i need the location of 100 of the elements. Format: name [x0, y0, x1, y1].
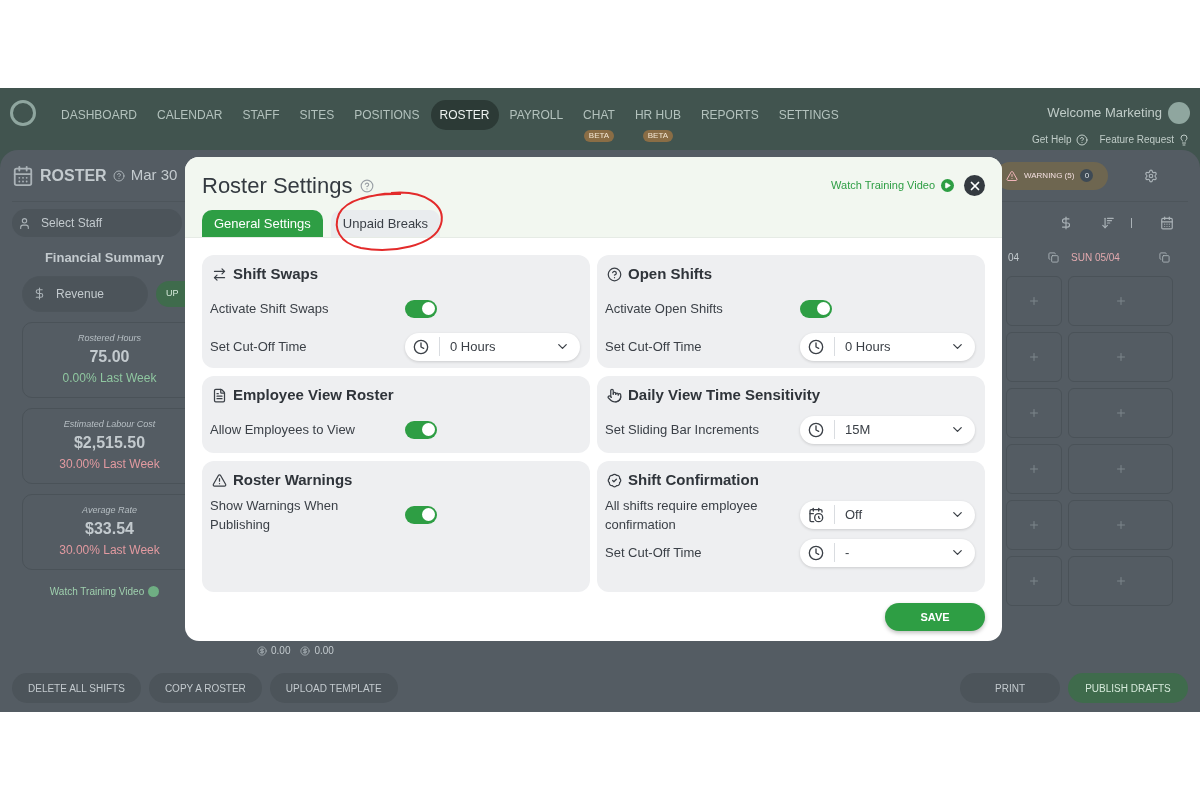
- shift-cell[interactable]: [1068, 500, 1173, 550]
- beta-badge: BETA: [583, 130, 615, 142]
- summary-title: Financial Summary: [44, 249, 165, 267]
- action-button[interactable]: UPLOAD TEMPLATE: [269, 673, 398, 703]
- action-button[interactable]: DELETE ALL SHIFTS: [12, 673, 141, 703]
- beta-badge: BETA: [642, 130, 674, 142]
- nav-item[interactable]: HR HUB: [625, 100, 690, 130]
- select-dropdown[interactable]: Off: [800, 500, 975, 529]
- nav-item[interactable]: REPORTS: [691, 100, 768, 130]
- setting-label: Set Sliding Bar Increments: [605, 421, 760, 439]
- nav-item[interactable]: SITES: [290, 100, 344, 130]
- pointer-hand-icon: [607, 387, 622, 403]
- page-title: ROSTER: [40, 165, 107, 186]
- plus-icon[interactable]: [1114, 463, 1127, 475]
- toggle-switch[interactable]: [405, 299, 437, 318]
- plus-icon[interactable]: [1028, 519, 1040, 531]
- plus-icon[interactable]: [1028, 351, 1040, 363]
- action-button[interactable]: PUBLISH DRAFTS: [1068, 673, 1188, 703]
- question-circle-icon: [607, 266, 622, 282]
- dialog-title: Roster Settings: [202, 172, 353, 200]
- save-button[interactable]: SAVE: [885, 603, 985, 631]
- section-title: Shift Confirmation: [628, 470, 759, 490]
- plus-icon[interactable]: [1028, 407, 1040, 419]
- help-icon[interactable]: [360, 178, 375, 193]
- shift-cell[interactable]: [1068, 556, 1173, 606]
- shift-cell[interactable]: [1006, 276, 1062, 326]
- action-button[interactable]: PRINT: [960, 673, 1060, 703]
- tab[interactable]: General Settings: [202, 210, 323, 237]
- plus-icon[interactable]: [1114, 295, 1127, 307]
- sort-icon[interactable]: [1101, 216, 1115, 230]
- calendar-icon: [808, 506, 824, 523]
- stat-value: $2,515.50: [73, 433, 146, 454]
- swap-arrows-icon: [212, 266, 227, 282]
- nav-item[interactable]: DASHBOARD: [52, 100, 146, 130]
- shift-cell[interactable]: [1068, 276, 1173, 326]
- stat-label: Average Rate: [82, 503, 137, 517]
- stat-change: 30.00% Last Week: [59, 456, 160, 474]
- total-amount: 0.00: [271, 644, 291, 658]
- avatar-icon[interactable]: [1168, 102, 1190, 124]
- training-video-link[interactable]: Watch Training Video: [49, 583, 145, 599]
- lightbulb-icon[interactable]: [1178, 133, 1190, 146]
- staff-select[interactable]: Select Staff: [12, 209, 182, 237]
- feature-request-link[interactable]: Feature Request: [1099, 132, 1174, 147]
- document-icon: [212, 387, 227, 403]
- plus-icon[interactable]: [1114, 575, 1127, 587]
- shift-cell[interactable]: [1068, 388, 1173, 438]
- date-range: Mar 30: [130, 165, 178, 186]
- toggle-switch[interactable]: [405, 420, 437, 439]
- toggle-switch[interactable]: [405, 505, 437, 524]
- dollar-icon[interactable]: [1059, 216, 1073, 230]
- setting-label: All shifts require employee confirmation: [605, 496, 759, 534]
- logo-icon[interactable]: [10, 100, 36, 126]
- shift-cell[interactable]: [1006, 556, 1062, 606]
- revenue-field[interactable]: Revenue: [22, 275, 148, 312]
- nav-item[interactable]: CALENDAR: [148, 100, 232, 130]
- plus-icon[interactable]: [1114, 351, 1127, 363]
- select-dropdown[interactable]: 0 Hours: [405, 332, 580, 361]
- help-icon[interactable]: [1075, 133, 1088, 146]
- setting-label: Set Cut-Off Time: [605, 338, 703, 356]
- calendar-icon[interactable]: [1160, 216, 1174, 230]
- section-title: Shift Swaps: [233, 264, 318, 284]
- section-title: Roster Warnings: [233, 470, 353, 490]
- plus-icon[interactable]: [1114, 407, 1127, 419]
- training-video-link[interactable]: Watch Training Video: [831, 177, 935, 194]
- plus-icon[interactable]: [1114, 519, 1127, 531]
- plus-icon[interactable]: [1028, 463, 1040, 475]
- select-dropdown[interactable]: 15M: [800, 415, 975, 444]
- copy-icon[interactable]: [1159, 251, 1170, 263]
- tab[interactable]: Unpaid Breaks: [330, 210, 441, 237]
- help-icon[interactable]: [112, 169, 125, 182]
- stat-change: 0.00% Last Week: [62, 370, 157, 388]
- nav-item[interactable]: POSITIONS: [345, 100, 429, 130]
- nav-item[interactable]: PAYROLL: [500, 100, 573, 130]
- shift-cell[interactable]: [1006, 500, 1062, 550]
- copy-icon[interactable]: [1048, 251, 1059, 263]
- plus-icon[interactable]: [1028, 575, 1040, 587]
- select-dropdown[interactable]: -: [800, 538, 975, 567]
- toggle-switch[interactable]: [800, 299, 832, 318]
- section-title: Open Shifts: [628, 264, 713, 284]
- stat-label: Rostered Hours: [78, 331, 141, 345]
- help-link[interactable]: Get Help: [1032, 132, 1072, 147]
- nav-item[interactable]: SETTINGS: [769, 100, 848, 130]
- roster-icon: [12, 164, 34, 187]
- dollar-icon: [33, 287, 46, 300]
- settings-icon[interactable]: [1144, 168, 1158, 183]
- warning-icon: [1006, 169, 1018, 182]
- shift-cell[interactable]: [1068, 444, 1173, 494]
- warning-count: 0: [1080, 169, 1094, 182]
- nav-item[interactable]: CHAT: [574, 100, 624, 130]
- plus-icon[interactable]: [1028, 295, 1040, 307]
- shift-cell[interactable]: [1068, 332, 1173, 382]
- select-dropdown[interactable]: 0 Hours: [800, 332, 975, 361]
- nav-item[interactable]: ROSTER: [430, 100, 499, 130]
- shift-cell[interactable]: [1006, 388, 1062, 438]
- section-title: Daily View Time Sensitivity: [628, 385, 821, 405]
- setting-label: Activate Open Shifts: [605, 300, 724, 318]
- action-button[interactable]: COPY A ROSTER: [148, 673, 262, 703]
- shift-cell[interactable]: [1006, 332, 1062, 382]
- nav-item[interactable]: STAFF: [233, 100, 289, 130]
- shift-cell[interactable]: [1006, 444, 1062, 494]
